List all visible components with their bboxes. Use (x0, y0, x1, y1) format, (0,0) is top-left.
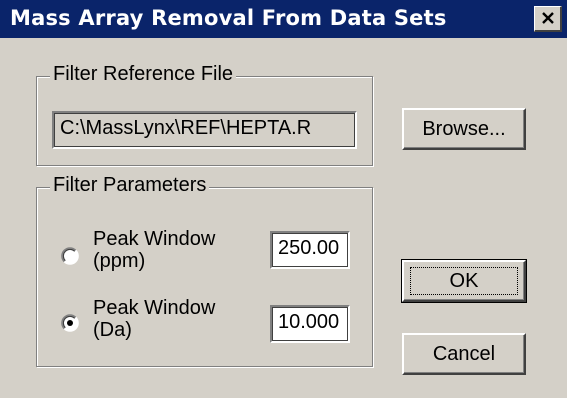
peak-window-da-label: Peak Window (Da) (93, 297, 215, 341)
peak-window-da-radio[interactable] (61, 314, 79, 332)
peak-window-ppm-label-line1: Peak Window (93, 228, 216, 250)
title-bar[interactable]: Mass Array Removal From Data Sets (0, 0, 567, 38)
peak-window-da-label-line2: (Da) (93, 319, 132, 341)
filter-reference-file-label: Filter Reference File (50, 63, 237, 86)
peak-window-da-label-line1: Peak Window (93, 297, 216, 319)
close-button[interactable] (534, 6, 562, 32)
peak-window-ppm-label: Peak Window (ppm) (93, 228, 215, 272)
peak-window-ppm-radio[interactable] (61, 247, 79, 265)
cancel-button[interactable]: Cancel (402, 333, 526, 375)
peak-window-ppm-label-line2: (ppm) (93, 250, 146, 272)
filter-parameters-label: Filter Parameters (50, 174, 210, 197)
peak-window-da-input[interactable]: 10.000 (270, 305, 350, 343)
window-title: Mass Array Removal From Data Sets (10, 6, 447, 30)
reference-file-path-field: C:\MassLynx\REF\HEPTA.R (52, 111, 357, 149)
ok-focus-rect (410, 267, 518, 295)
ok-button[interactable]: OK (401, 259, 527, 303)
mass-array-removal-dialog: Mass Array Removal From Data Sets Filter… (0, 0, 567, 398)
browse-button[interactable]: Browse... (402, 108, 526, 150)
close-icon (541, 12, 555, 25)
peak-window-ppm-input[interactable]: 250.00 (270, 231, 350, 269)
browse-button-label: Browse... (422, 117, 506, 140)
cancel-button-label: Cancel (432, 342, 496, 365)
